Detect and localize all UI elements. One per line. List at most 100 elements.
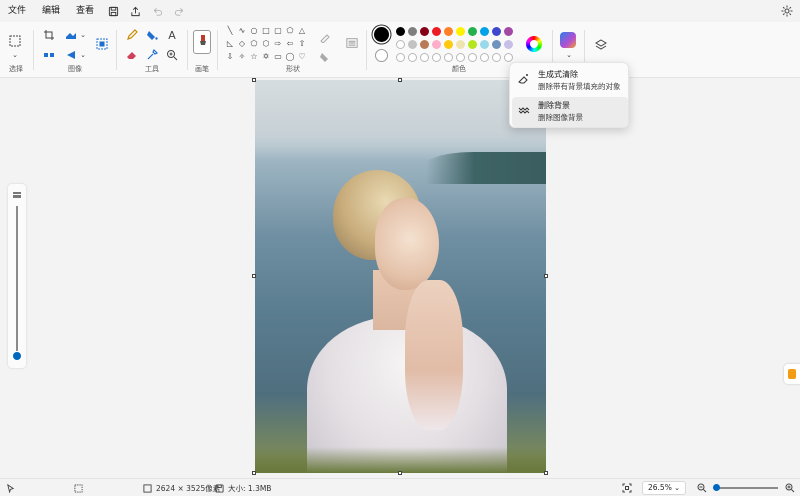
pencil-icon[interactable] — [125, 28, 139, 42]
canvas-image[interactable] — [255, 80, 546, 473]
image-hands — [405, 280, 463, 430]
oval-shape-icon[interactable]: ○ — [248, 26, 260, 36]
brush-size-panel — [8, 184, 26, 368]
canvas-dimensions: 2624 × 3525像素 — [143, 479, 220, 496]
selection-icon[interactable] — [8, 34, 22, 48]
magnifier-icon[interactable] — [165, 48, 179, 62]
eraser-sparkle-icon — [518, 73, 530, 85]
ai-tools-popup: 生成式清除 删除带有背景填充的对象 删除背景 删除图像背景 — [509, 62, 629, 128]
image-effects-icon[interactable] — [42, 48, 56, 62]
image-headland — [426, 152, 546, 184]
file-size: 大小: 1.3MB — [215, 479, 271, 496]
resize-handle-bottom-left[interactable] — [252, 471, 256, 475]
resize-handle-top[interactable] — [398, 78, 402, 82]
down-arrow-shape-icon[interactable]: ⇩ — [224, 52, 236, 62]
image-grass — [255, 447, 546, 473]
right-arrow-shape-icon[interactable]: ⇨ — [272, 39, 284, 49]
brushes-button[interactable] — [193, 30, 211, 54]
six-point-star-shape-icon[interactable]: ✡ — [260, 52, 272, 62]
zoom-slider-track[interactable] — [716, 487, 778, 489]
rounded-rectangle-shape-icon[interactable]: ▢ — [272, 26, 284, 36]
remove-background-item[interactable]: 删除背景 删除图像背景 — [512, 97, 628, 127]
tools-group-label: 工具 — [145, 65, 159, 73]
resize-handle-right[interactable] — [544, 274, 548, 278]
redo-icon[interactable] — [168, 0, 190, 22]
rotate-dropdown-icon[interactable]: ⌄ — [76, 48, 90, 62]
file-size-text: 大小: 1.3MB — [228, 483, 272, 493]
image-select-icon[interactable] — [94, 36, 110, 52]
stroke-size-icon[interactable] — [344, 36, 360, 50]
select-group: ⌄ 选择 — [0, 22, 32, 78]
copilot-icon[interactable] — [560, 32, 576, 48]
four-point-star-shape-icon[interactable]: ✧ — [236, 52, 248, 62]
share-icon[interactable] — [124, 0, 146, 22]
canvas-dimensions-text: 2624 × 3525像素 — [156, 483, 221, 493]
resize-handle-bottom-right[interactable] — [544, 471, 548, 475]
callout-oval-shape-icon[interactable]: ◯ — [284, 52, 296, 62]
remove-background-icon — [518, 104, 530, 116]
heart-shape-icon[interactable]: ♡ — [296, 52, 308, 62]
five-point-star-shape-icon[interactable]: ☆ — [248, 52, 260, 62]
shape-fill-icon[interactable] — [318, 50, 332, 64]
zoom-in-icon[interactable] — [785, 479, 795, 496]
resize-handle-left[interactable] — [252, 274, 256, 278]
ribbon-toolbar: ⌄ 选择 ⌄ ⌄ 图像 A 工具 画笔 形状 ╲ ∿ ○ □ ▢ ⬠ △ ◺ ◇… — [0, 22, 800, 78]
fit-to-window-icon[interactable] — [622, 479, 632, 496]
menu-bar: 文件 编辑 查看 — [0, 0, 800, 22]
hexagon-shape-icon[interactable]: ⬡ — [260, 39, 272, 49]
zoom-out-icon[interactable] — [697, 479, 707, 496]
save-icon[interactable] — [102, 0, 124, 22]
outline-icon[interactable] — [318, 30, 332, 44]
popup-item-title: 生成式清除 — [538, 70, 578, 79]
undo-icon[interactable] — [146, 0, 168, 22]
popup-item-desc: 删除图像背景 — [538, 113, 583, 122]
copilot-dropdown-icon[interactable]: ⌄ — [562, 48, 576, 62]
brush-size-slider-track[interactable] — [16, 206, 18, 351]
resize-dropdown-icon[interactable]: ⌄ — [76, 28, 90, 42]
image-group: ⌄ ⌄ 图像 — [34, 22, 116, 78]
brushes-group-label: 画笔 — [195, 65, 209, 73]
menu-edit[interactable]: 编辑 — [34, 0, 68, 22]
menu-file[interactable]: 文件 — [0, 0, 34, 22]
pointer-position-icon — [6, 479, 15, 496]
polygon-shape-icon[interactable]: ⬠ — [284, 26, 296, 36]
triangle-shape-icon[interactable]: △ — [296, 26, 308, 36]
eraser-icon[interactable] — [125, 48, 139, 62]
brushes-group: 画笔 — [188, 22, 216, 78]
color-picker-icon[interactable] — [145, 48, 159, 62]
pentagon-shape-icon[interactable]: ⬠ — [248, 39, 260, 49]
fill-icon[interactable] — [145, 28, 159, 42]
image-sky — [255, 80, 546, 160]
settings-gear-icon[interactable] — [780, 4, 794, 18]
left-arrow-shape-icon[interactable]: ⇦ — [284, 39, 296, 49]
rectangle-shape-icon[interactable]: □ — [260, 26, 272, 36]
line-shape-icon[interactable]: ╲ — [224, 26, 236, 36]
layers-icon[interactable] — [594, 38, 608, 52]
diamond-shape-icon[interactable]: ◇ — [236, 39, 248, 49]
text-icon[interactable]: A — [165, 28, 179, 42]
zoom-level-text: 26.5% — [648, 483, 672, 492]
popup-item-title: 删除背景 — [538, 101, 570, 110]
resize-handle-top-left[interactable] — [252, 78, 256, 82]
resize-handle-bottom[interactable] — [398, 471, 402, 475]
up-arrow-shape-icon[interactable]: ⇧ — [296, 39, 308, 49]
right-triangle-shape-icon[interactable]: ◺ — [224, 39, 236, 49]
selection-size-icon — [74, 479, 83, 496]
generative-erase-item[interactable]: 生成式清除 删除带有背景填充的对象 — [512, 66, 628, 96]
zoom-slider-thumb[interactable] — [713, 484, 720, 491]
crop-icon[interactable] — [42, 28, 56, 42]
popup-item-desc: 删除带有背景填充的对象 — [538, 82, 621, 91]
curve-shape-icon[interactable]: ∿ — [236, 26, 248, 36]
brush-size-icon — [10, 188, 24, 202]
side-assistant-badge[interactable] — [784, 364, 800, 384]
brush-size-slider-thumb[interactable] — [13, 352, 21, 360]
image-group-label: 图像 — [68, 65, 82, 73]
selection-dropdown-icon[interactable]: ⌄ — [8, 48, 22, 62]
status-bar: 2624 × 3525像素 大小: 1.3MB 26.5% ⌄ — [0, 478, 800, 496]
callout-rect-shape-icon[interactable]: ▭ — [272, 52, 284, 62]
select-group-label: 选择 — [9, 65, 23, 73]
menu-view[interactable]: 查看 — [68, 0, 102, 22]
shapes-group-label: 形状 — [286, 65, 300, 73]
zoom-level-select[interactable]: 26.5% ⌄ — [642, 481, 686, 495]
shapes-gallery: ╲ ∿ ○ □ ▢ ⬠ △ ◺ ◇ ⬠ ⬡ ⇨ ⇦ ⇧ ⇩ ✧ ☆ ✡ ▭ ◯ … — [224, 26, 308, 62]
